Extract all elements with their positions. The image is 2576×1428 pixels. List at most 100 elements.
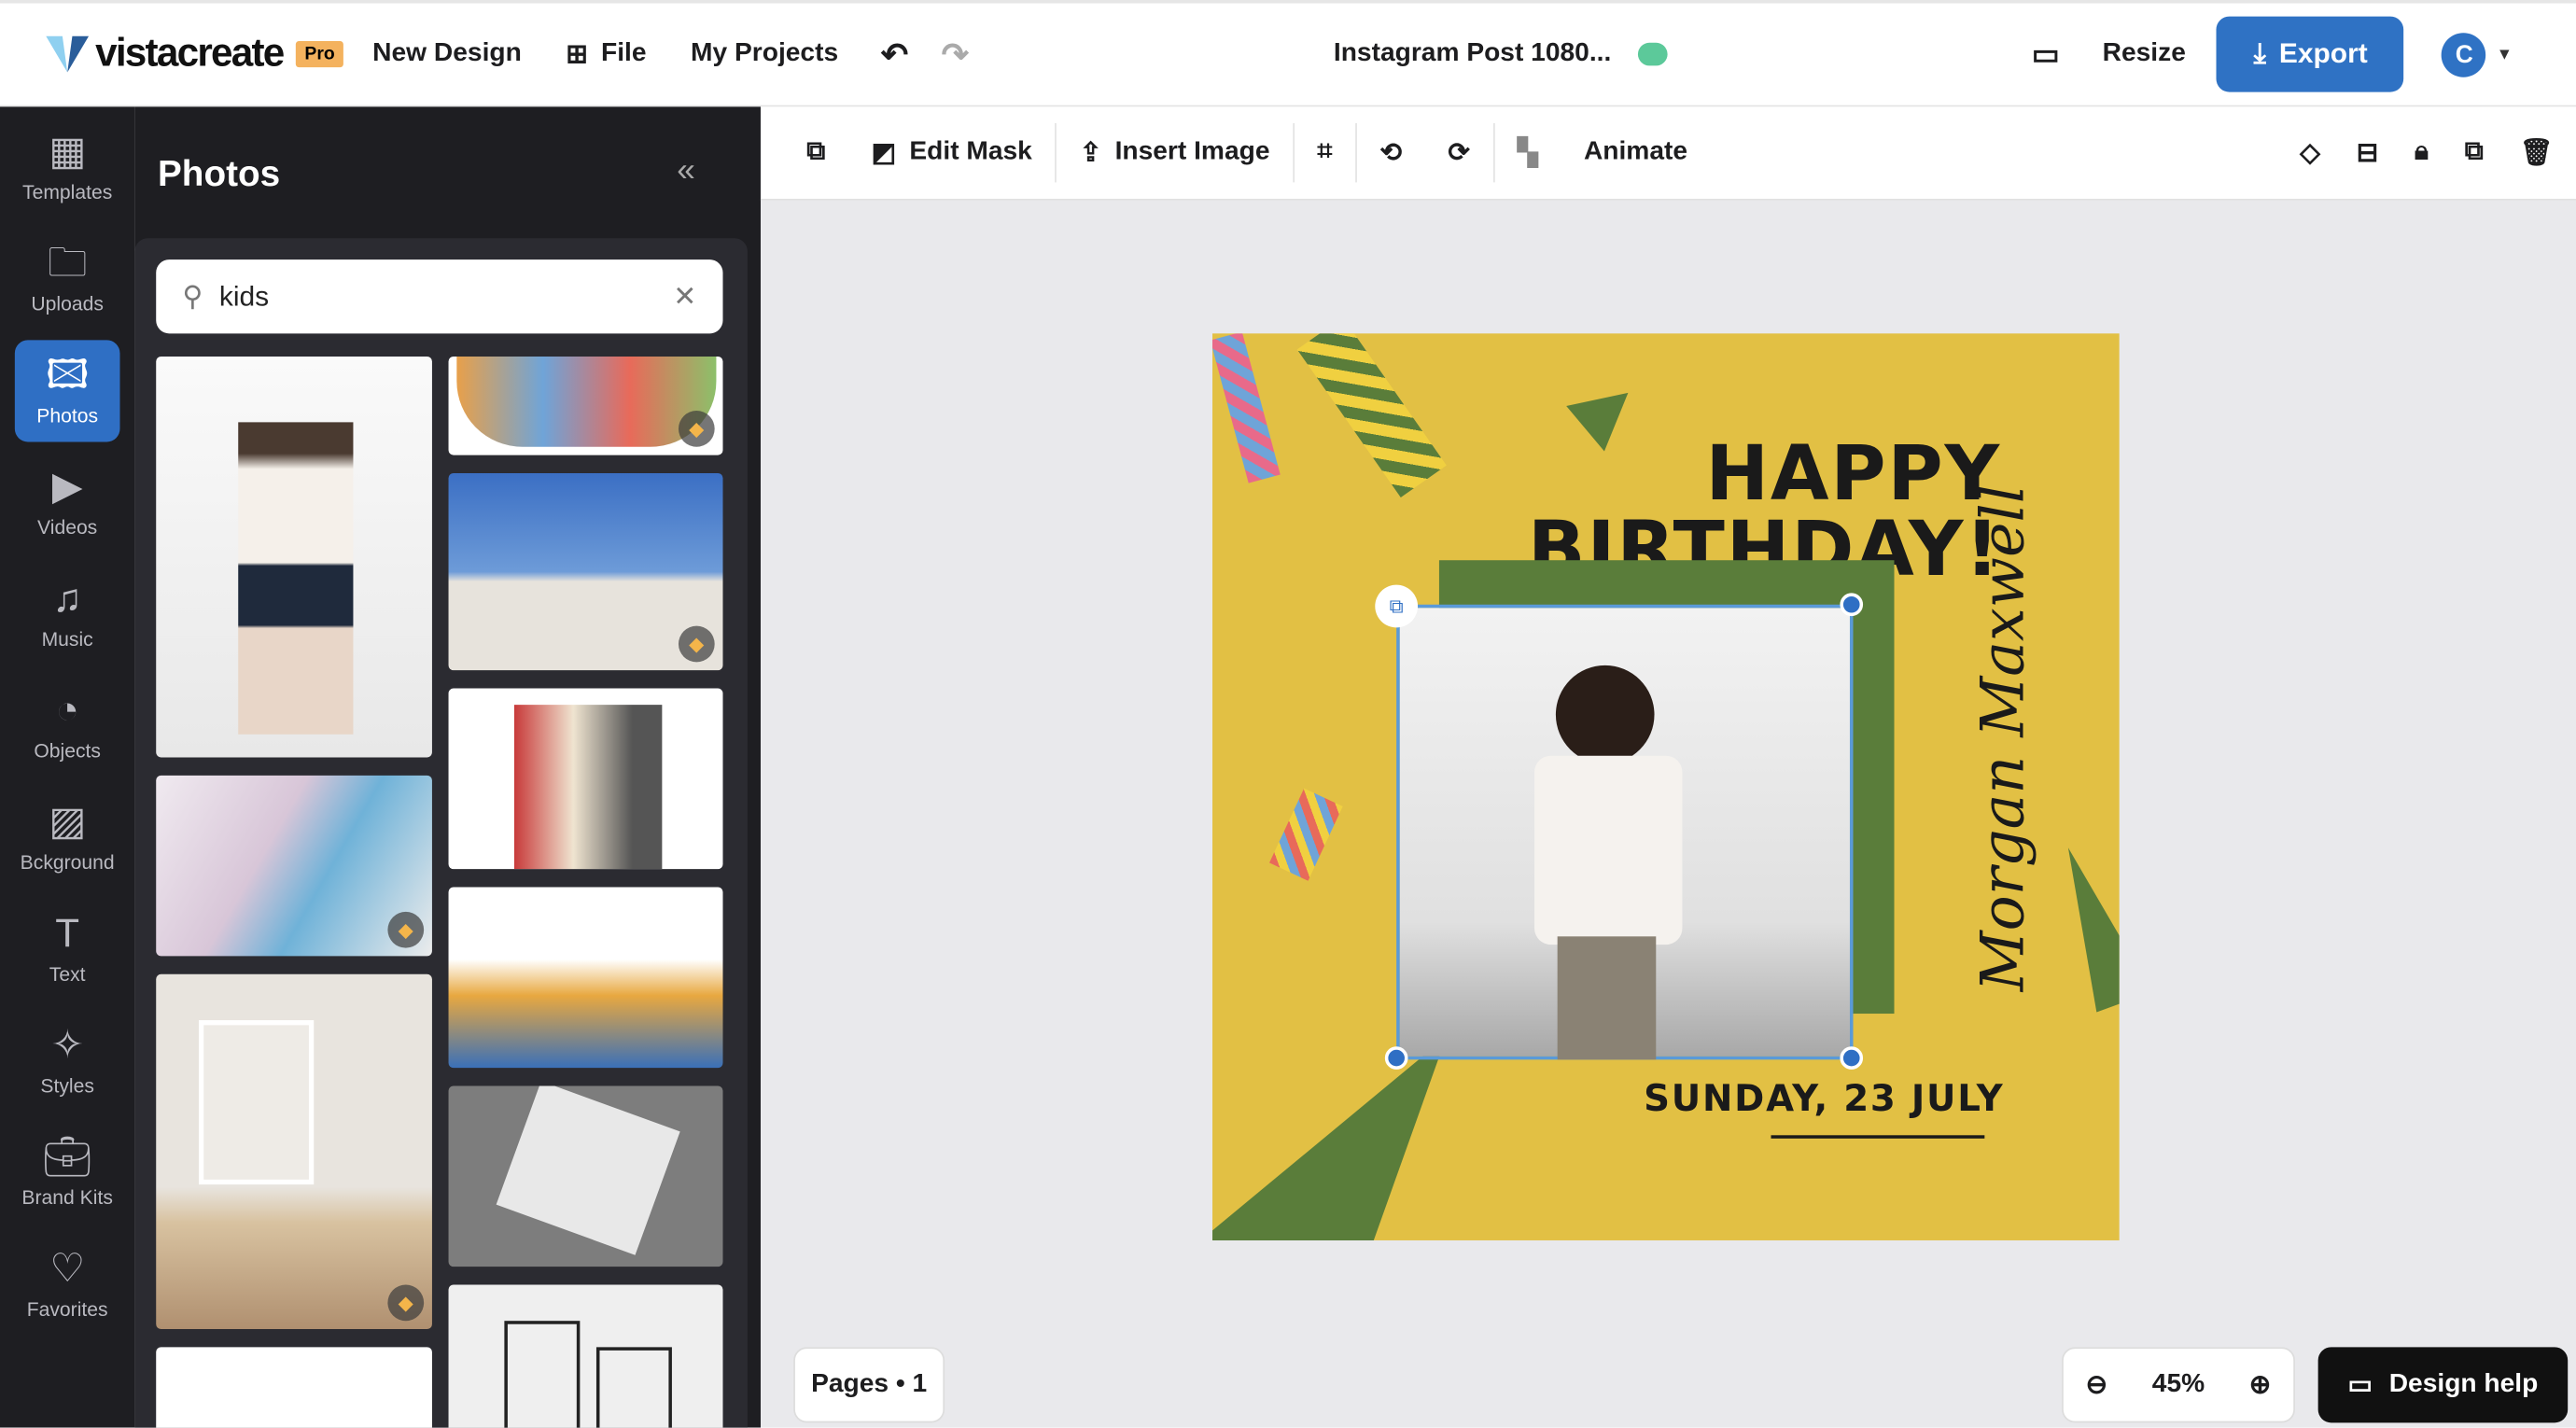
zoom-in-icon[interactable]: ⊕ bbox=[2249, 1368, 2272, 1401]
recipient-name[interactable]: Morgan Maxwell bbox=[1970, 484, 2037, 991]
sidebar-item-photos[interactable]: 🖾 Photos bbox=[14, 340, 120, 442]
underline-decoration bbox=[1771, 1135, 1985, 1139]
premium-icon: ◆ bbox=[387, 911, 425, 948]
photo-thumbnail[interactable] bbox=[448, 688, 723, 870]
align-icon[interactable]: ⊟ bbox=[2338, 123, 2396, 182]
premium-icon: ◆ bbox=[678, 625, 715, 663]
document-title[interactable]: Instagram Post 1080... bbox=[1334, 39, 1611, 69]
resize-handle[interactable] bbox=[1840, 1046, 1864, 1070]
logo-text: vistacreate bbox=[95, 31, 285, 76]
sidebar-item-label: Text bbox=[49, 962, 86, 987]
sidebar-item-videos[interactable]: ▶ Videos bbox=[15, 452, 120, 553]
premium-icon: ◆ bbox=[678, 411, 715, 447]
photo-results: ⚲ kids ✕ ◆ ◆ ◆ ◆ bbox=[134, 238, 748, 1428]
zoom-out-icon[interactable]: ⊖ bbox=[2086, 1368, 2108, 1401]
insert-image-label: Insert Image bbox=[1114, 137, 1270, 166]
lock-icon[interactable]: 🔒︎ bbox=[2397, 123, 2447, 182]
replace-image-icon[interactable]: ⧉ bbox=[1375, 584, 1419, 628]
sidebar-item-styles[interactable]: ✧ Styles bbox=[15, 1011, 120, 1113]
event-date[interactable]: SUNDAY, 23 JULY bbox=[1644, 1079, 2004, 1120]
sidebar-item-label: Styles bbox=[40, 1074, 94, 1098]
photo-thumbnail[interactable] bbox=[448, 1284, 723, 1428]
design-canvas[interactable]: HAPPY BIRTHDAY! ⧉ Morgan Maxwell SUNDAY,… bbox=[1212, 333, 2120, 1240]
photo-thumbnail[interactable] bbox=[448, 887, 723, 1069]
collapse-panel-icon[interactable]: « bbox=[677, 153, 695, 190]
sidebar-item-text[interactable]: T Text bbox=[15, 899, 120, 1001]
chat-icon: ▭ bbox=[2347, 1371, 2373, 1400]
download-icon: ⤓ bbox=[2253, 37, 2266, 69]
sidebar-item-label: Objects bbox=[34, 739, 101, 763]
grid-icon: ⊞ bbox=[566, 41, 588, 69]
photo-thumbnail[interactable]: ◆ bbox=[156, 973, 432, 1330]
new-design-button[interactable]: New Design bbox=[372, 39, 522, 69]
design-help-button[interactable]: ▭ Design help bbox=[2317, 1347, 2569, 1423]
layers-icon[interactable]: ◇ bbox=[2282, 123, 2338, 182]
duplicate-icon[interactable]: ⧉ bbox=[2446, 123, 2501, 182]
premium-icon: ◆ bbox=[387, 1284, 425, 1322]
panel-title: Photos bbox=[157, 152, 281, 194]
photo-thumbnail[interactable]: ◆ bbox=[448, 356, 723, 455]
sidebar-item-favorites[interactable]: ♡ Favorites bbox=[15, 1234, 120, 1336]
photo-thumbnail[interactable]: ◆ bbox=[448, 472, 723, 671]
avatar[interactable]: C bbox=[2442, 32, 2487, 77]
resize-handle[interactable] bbox=[1384, 1046, 1408, 1070]
crop-icon[interactable]: ⌗ bbox=[1295, 123, 1355, 182]
file-label: File bbox=[601, 39, 647, 68]
resize-button[interactable]: Resize bbox=[2103, 39, 2186, 69]
search-value: kids bbox=[218, 280, 270, 312]
chevron-down-icon[interactable]: ▼ bbox=[2497, 45, 2513, 63]
redo-icon[interactable]: ↷ bbox=[942, 34, 970, 75]
sidebar-item-objects[interactable]: ◔ Objects bbox=[15, 675, 120, 777]
sidebar-rail: ▦ Templates 🗀 Uploads 🖾 Photos ▶ Videos ♫ Mus… bbox=[0, 106, 135, 1428]
trash-icon[interactable]: 🗑︎ bbox=[2501, 123, 2576, 182]
folder-icon: 🗀 bbox=[48, 241, 88, 287]
party-hat-decoration bbox=[1566, 370, 1647, 452]
clear-search-icon[interactable]: ✕ bbox=[673, 280, 696, 313]
transparency-icon[interactable]: ▚ bbox=[1494, 123, 1561, 182]
export-button[interactable]: ⤓ Export bbox=[2217, 16, 2404, 92]
zoom-control: ⊖ 45% ⊕ bbox=[2062, 1347, 2295, 1423]
replace-icon[interactable]: ⧉ bbox=[784, 123, 848, 182]
photo-thumbnail[interactable] bbox=[448, 1085, 723, 1267]
sidebar-item-templates[interactable]: ▦ Templates bbox=[15, 117, 120, 218]
sidebar-item-label: Favorites bbox=[26, 1297, 108, 1322]
sidebar-item-music[interactable]: ♫ Music bbox=[15, 564, 120, 665]
logo[interactable]: vistacreate Pro bbox=[46, 31, 343, 77]
search-icon: ⚲ bbox=[182, 280, 203, 312]
photo-frame[interactable] bbox=[1396, 604, 1854, 1060]
upload-icon: ⇪ bbox=[1079, 139, 1102, 168]
sidebar-item-label: Photos bbox=[36, 404, 99, 427]
text-icon: T bbox=[55, 911, 80, 957]
briefcase-icon: 💼︎ bbox=[42, 1135, 92, 1180]
resize-handle[interactable] bbox=[1840, 593, 1864, 617]
pro-badge: Pro bbox=[296, 41, 343, 68]
flip-left-icon[interactable]: ⟲ bbox=[1357, 123, 1425, 182]
flip-right-icon[interactable]: ⟳ bbox=[1425, 123, 1493, 182]
firework-decoration bbox=[1212, 333, 1281, 483]
sidebar-item-uploads[interactable]: 🗀 Uploads bbox=[15, 229, 120, 330]
file-menu[interactable]: ⊞ File bbox=[566, 37, 646, 70]
my-projects-button[interactable]: My Projects bbox=[691, 39, 838, 69]
search-input[interactable]: ⚲ kids ✕ bbox=[156, 259, 723, 334]
sidebar-item-label: Brand Kits bbox=[21, 1185, 113, 1210]
sidebar-item-label: Uploads bbox=[31, 292, 104, 315]
insert-image-button[interactable]: ⇪ Insert Image bbox=[1057, 123, 1293, 182]
animate-button[interactable]: Animate bbox=[1561, 123, 1710, 182]
sidebar-item-background[interactable]: ▨ Bckground bbox=[15, 787, 120, 889]
zoom-level[interactable]: 45% bbox=[2152, 1370, 2205, 1400]
streamer-decoration bbox=[1269, 788, 1343, 881]
undo-icon[interactable]: ↶ bbox=[881, 34, 909, 75]
pages-button[interactable]: Pages • 1 bbox=[793, 1347, 945, 1423]
design-help-label: Design help bbox=[2388, 1370, 2539, 1398]
mask-icon: ◩ bbox=[871, 139, 897, 168]
present-icon[interactable]: ▭ bbox=[2032, 37, 2060, 72]
edit-mask-button[interactable]: ◩ Edit Mask bbox=[848, 123, 1055, 182]
export-label: Export bbox=[2278, 37, 2368, 69]
party-hat-decoration bbox=[2040, 837, 2120, 1013]
image-icon: 🖾 bbox=[46, 353, 90, 398]
sidebar-item-brand-kits[interactable]: 💼︎ Brand Kits bbox=[15, 1122, 120, 1224]
sparkle-icon: ✧ bbox=[50, 1023, 84, 1069]
photo-thumbnail[interactable] bbox=[156, 1347, 432, 1428]
photo-thumbnail[interactable] bbox=[156, 356, 432, 758]
photo-thumbnail[interactable]: ◆ bbox=[156, 775, 432, 957]
